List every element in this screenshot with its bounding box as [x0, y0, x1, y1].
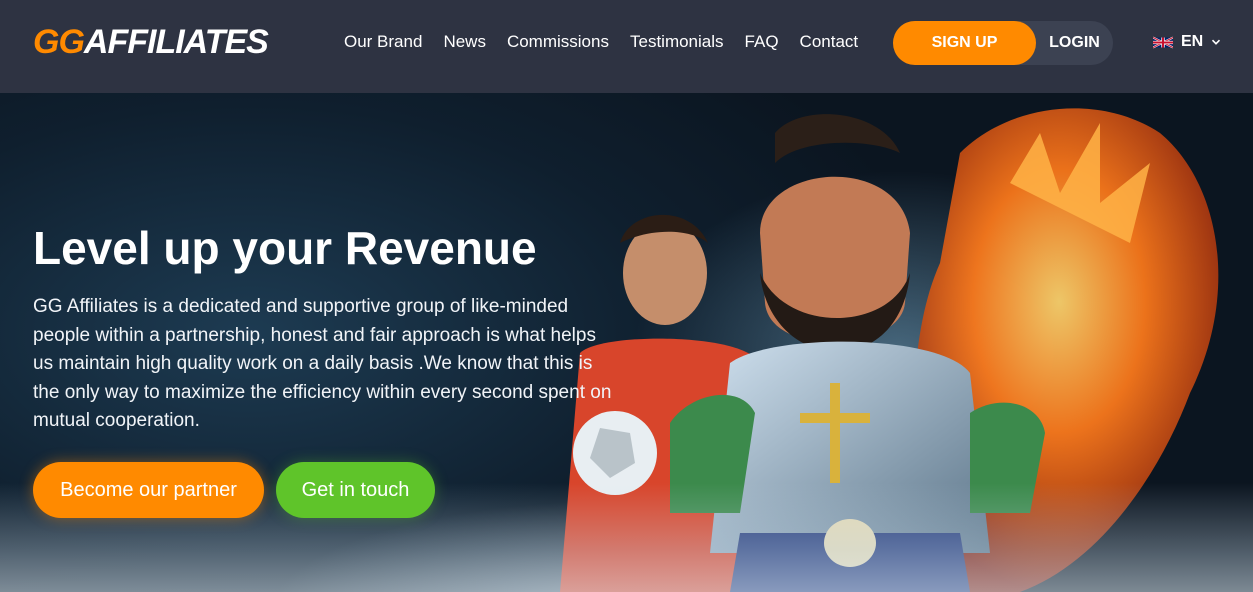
nav-faq[interactable]: FAQ [745, 31, 779, 53]
nav-commissions[interactable]: Commissions [507, 31, 609, 53]
language-selector[interactable]: EN [1153, 30, 1221, 54]
chevron-down-icon [1212, 39, 1221, 45]
site-header: GGAFFILIATES Our Brand News Commissions … [0, 0, 1253, 93]
become-partner-button[interactable]: Become our partner [33, 462, 264, 518]
login-button[interactable]: LOGIN [1036, 21, 1113, 65]
logo-affiliates: AFFILIATES [83, 23, 269, 61]
hero-description: GG Affiliates is a dedicated and support… [33, 296, 612, 431]
language-label: EN [1181, 33, 1204, 50]
hero-section: Level up your Revenue GG Affiliates is a… [0, 93, 1253, 592]
nav-our-brand[interactable]: Our Brand [344, 31, 422, 53]
brand-logo[interactable]: GGAFFILIATES [33, 22, 269, 62]
main-nav: Our Brand News Commissions Testimonials … [344, 31, 879, 53]
hero-title: Level up your Revenue [33, 222, 537, 274]
auth-buttons: SIGN UP LOGIN [893, 21, 1113, 65]
signup-button[interactable]: SIGN UP [893, 21, 1036, 65]
nav-news[interactable]: News [443, 31, 486, 53]
logo-gg: GG [33, 23, 85, 61]
nav-contact[interactable]: Contact [800, 31, 859, 53]
nav-testimonials[interactable]: Testimonials [630, 31, 724, 53]
get-in-touch-button[interactable]: Get in touch [276, 462, 435, 518]
uk-flag-icon [1153, 36, 1173, 48]
